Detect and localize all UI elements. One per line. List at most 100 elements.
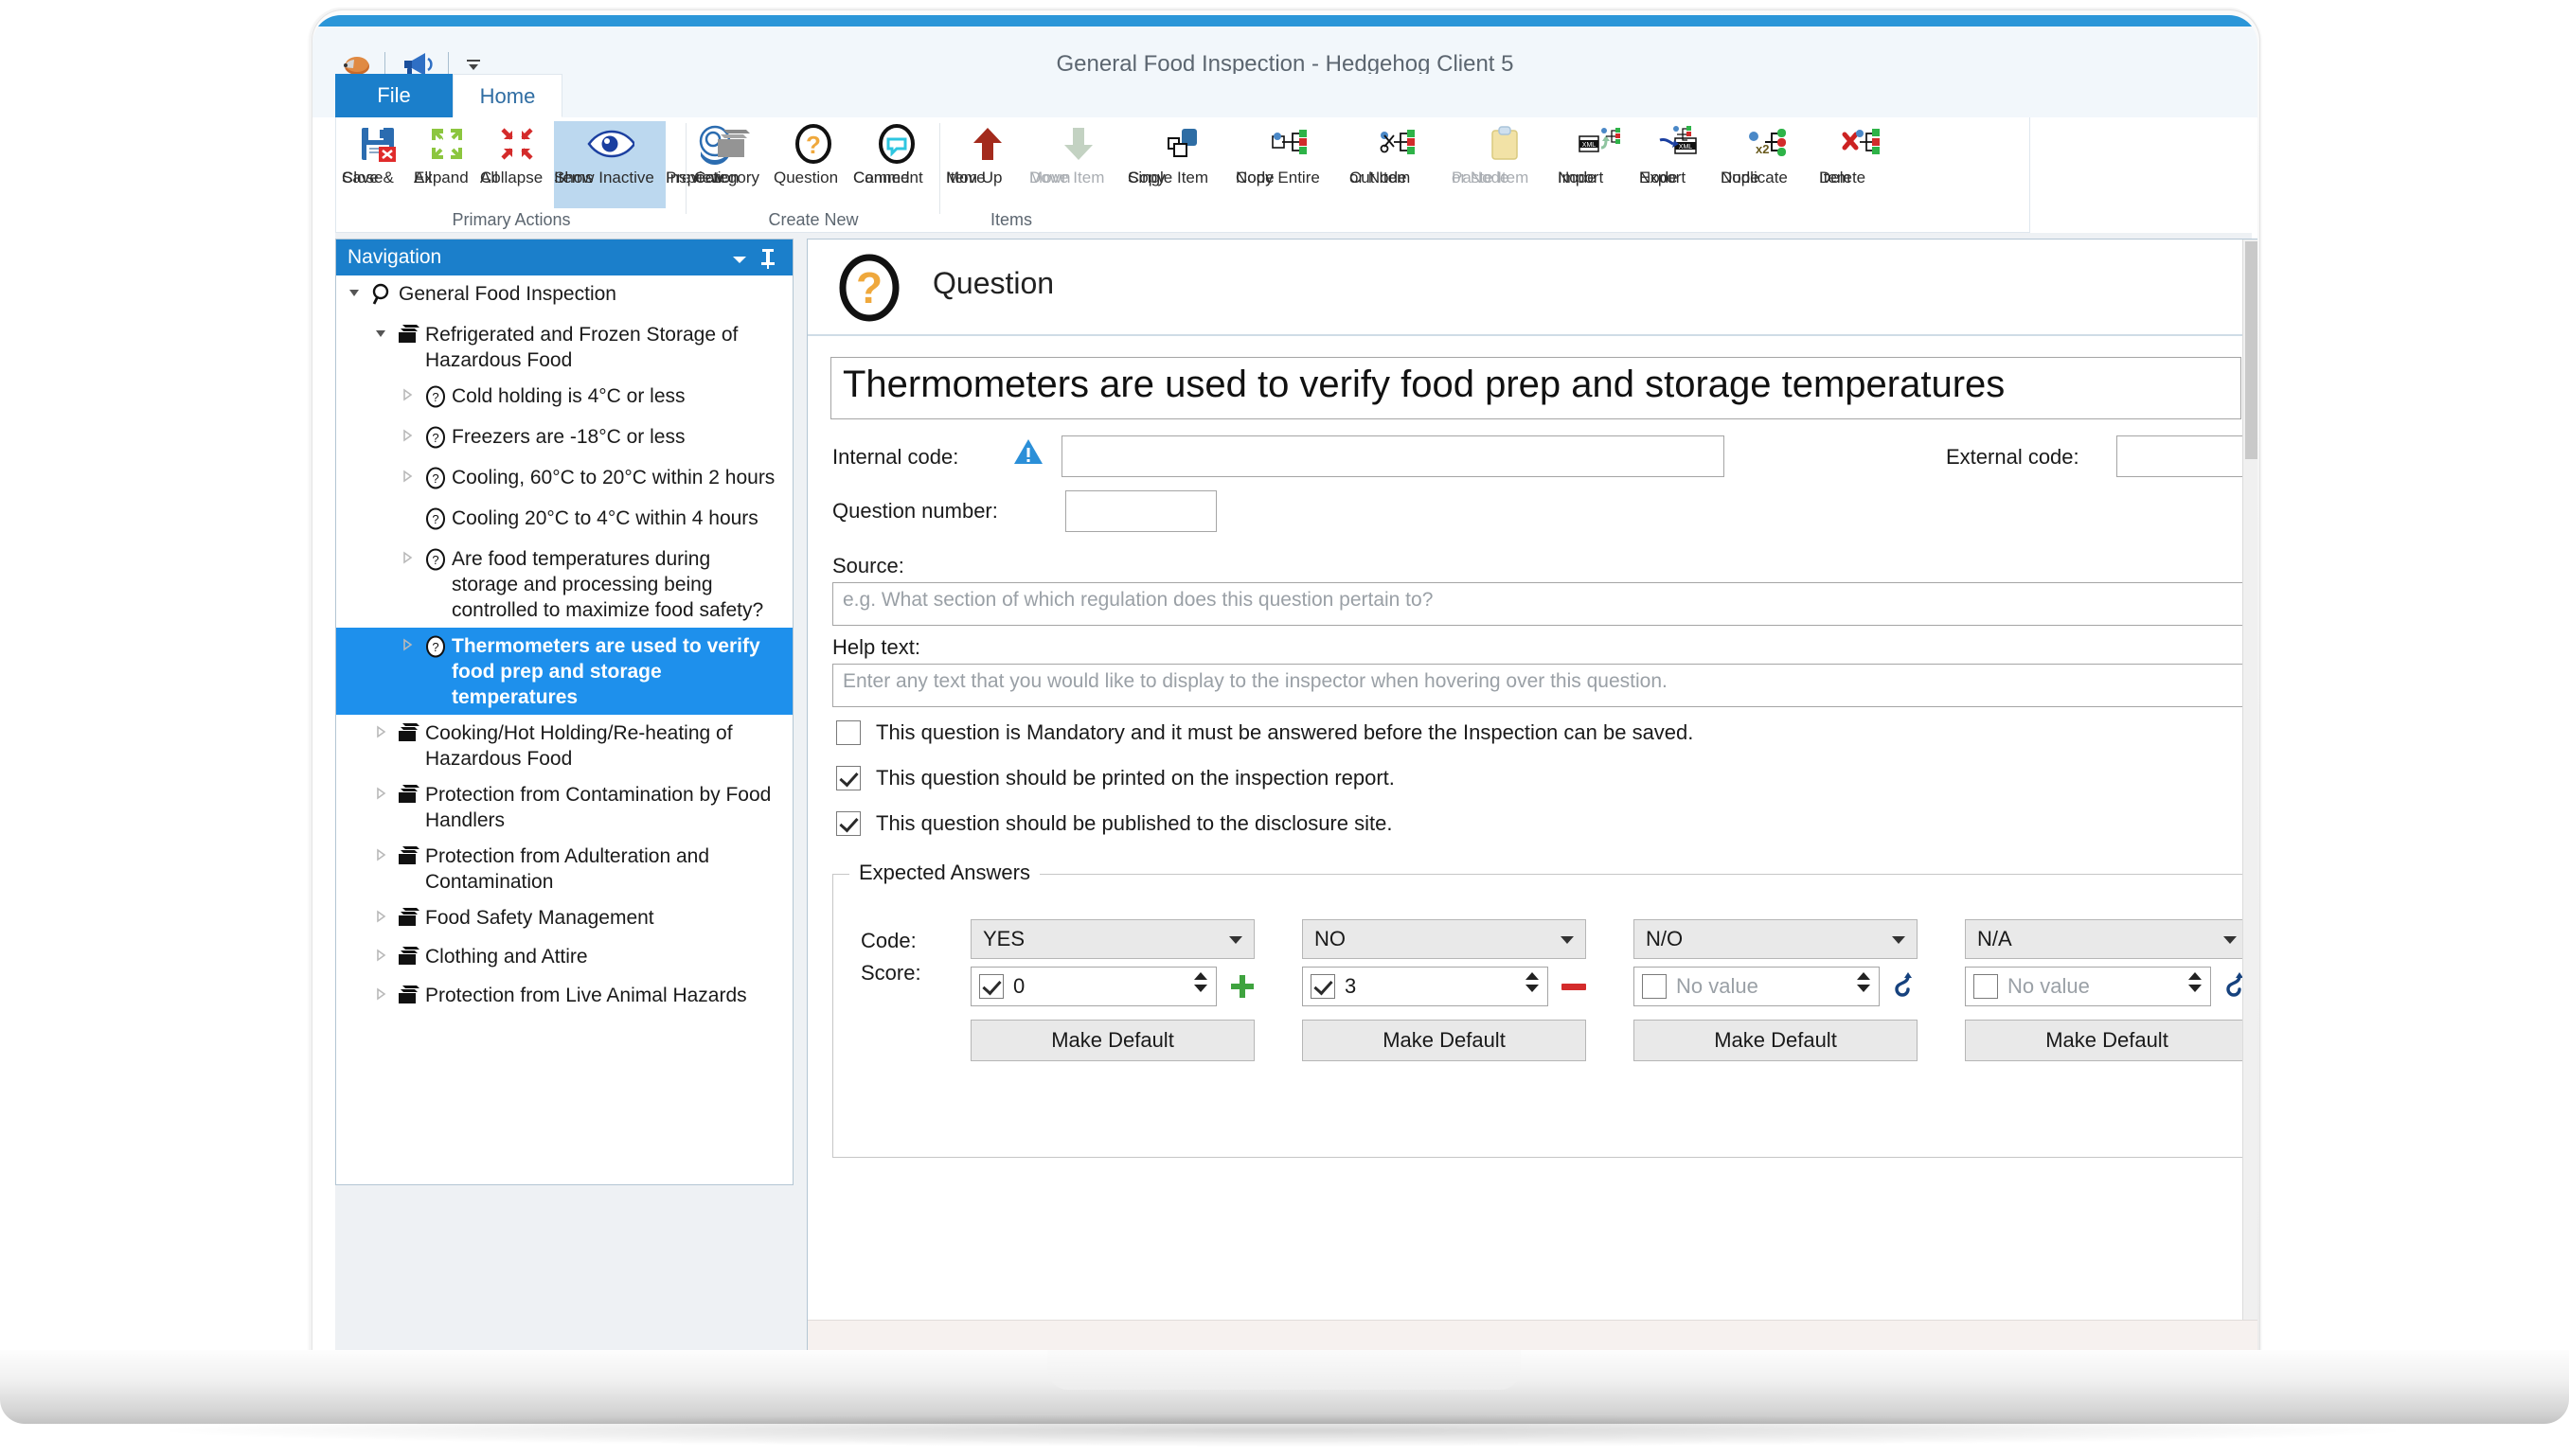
expander-collapsed-icon[interactable] — [395, 632, 419, 657]
ribbon-button-cut-item-or-node[interactable]: Cut Item or Node — [1349, 121, 1452, 208]
checkbox-row-printed[interactable]: This question should be printed on the i… — [836, 766, 1395, 790]
help-text-input[interactable]: Enter any text that you would like to di… — [832, 664, 2257, 707]
external-code-input[interactable] — [2116, 435, 2257, 477]
chevron-down-icon[interactable] — [730, 253, 749, 271]
chevron-down-icon[interactable] — [2223, 936, 2237, 944]
make-default-button-0[interactable]: Make Default — [971, 1020, 1255, 1061]
detail-vertical-scrollbar[interactable] — [2242, 240, 2257, 1350]
expander-collapsed-icon[interactable] — [395, 464, 419, 488]
ribbon-button-collapse-all[interactable]: Collapse All — [480, 121, 554, 208]
tree-item[interactable]: ? Cooling 20°C to 4°C within 4 hours — [336, 500, 793, 541]
detail-title: Question — [933, 266, 1055, 300]
answer-score-spinner-0[interactable]: 0 — [971, 967, 1217, 1006]
ribbon-button-copy-single-item[interactable]: Copy Single Item — [1128, 121, 1236, 208]
detail-panel: ? Question Thermometers are used to veri… — [807, 239, 2257, 1350]
undo-icon[interactable] — [1889, 970, 1918, 1007]
ribbon-button-export-node[interactable]: XML Export Node — [1639, 121, 1721, 208]
navigation-tree[interactable]: General Food Inspection Refrigerated and … — [336, 275, 793, 1184]
ribbon-button-import-node[interactable]: XML Import Node — [1558, 121, 1639, 208]
plus-icon[interactable] — [1226, 970, 1258, 1007]
ribbon-button-move-item-down[interactable]: Move Item Down — [1029, 121, 1128, 208]
minus-icon[interactable] — [1558, 970, 1590, 1007]
spinner-arrows[interactable] — [1194, 972, 1207, 992]
ribbon-button-question[interactable]: ? Question — [774, 121, 853, 208]
ribbon-button-category[interactable]: Category — [694, 121, 774, 208]
tree-item[interactable]: Protection from Contamination by Food Ha… — [336, 776, 793, 838]
expander-collapsed-icon[interactable] — [368, 982, 393, 1006]
ribbon-button-delete-item[interactable]: Delete Item — [1819, 121, 1906, 208]
answer-code-select-0[interactable]: YES — [971, 919, 1255, 959]
answer-code-select-3[interactable]: N/A — [1965, 919, 2249, 959]
question-text-input[interactable]: Thermometers are used to verify food pre… — [830, 357, 2241, 419]
tree-item[interactable]: ? Freezers are -18°C or less — [336, 418, 793, 459]
ribbon-label-2: Node — [1558, 169, 1597, 186]
tree-item[interactable]: Food Safety Management — [336, 899, 793, 938]
answer-score-spinner-3[interactable]: No value — [1965, 967, 2211, 1006]
external-code-label: External code: — [1946, 445, 2079, 469]
chevron-down-icon[interactable] — [1561, 936, 1574, 944]
tree-item[interactable]: ? Thermometers are used to verify food pr… — [336, 628, 793, 715]
spinner-arrows[interactable] — [1525, 972, 1539, 992]
tree-item[interactable]: Refrigerated and Frozen Storage of Hazar… — [336, 316, 793, 378]
internal-code-input[interactable] — [1061, 435, 1724, 477]
spinner-arrows[interactable] — [2188, 972, 2202, 992]
expander-collapsed-icon[interactable] — [368, 719, 393, 744]
ribbon-button-copy-entire-node[interactable]: Copy Entire Node — [1236, 121, 1349, 208]
tree-item[interactable]: ? Cold holding is 4°C or less — [336, 378, 793, 418]
expander-collapsed-icon[interactable] — [368, 943, 393, 968]
answer-score-checkbox-1[interactable] — [1311, 974, 1335, 999]
ribbon-label-2: Node — [1236, 169, 1275, 186]
expander-none — [395, 505, 419, 509]
answer-score-checkbox-0[interactable] — [979, 974, 1004, 999]
answer-score-checkbox-2[interactable] — [1642, 974, 1667, 999]
checkbox-row-mandatory[interactable]: This question is Mandatory and it must b… — [836, 720, 1693, 745]
ribbon-button-show-inactive-items[interactable]: Show Inactive Items — [554, 121, 666, 208]
chevron-down-icon[interactable] — [1892, 936, 1905, 944]
answer-score-spinner-1[interactable]: 3 — [1302, 967, 1548, 1006]
tree-item[interactable]: General Food Inspection — [336, 275, 793, 316]
copy-single-item-icon — [1128, 121, 1236, 167]
question-number-input[interactable] — [1065, 490, 1217, 532]
tree-item[interactable]: ? Cooling, 60°C to 20°C within 2 hours — [336, 459, 793, 500]
expander-collapsed-icon[interactable] — [368, 843, 393, 867]
answer-score-checkbox-3[interactable] — [1973, 974, 1998, 999]
answer-score-value-3: No value — [2007, 974, 2090, 998]
tree-item[interactable]: Clothing and Attire — [336, 938, 793, 977]
ribbon-button-save-close[interactable]: Save & Close — [342, 121, 414, 208]
expander-expanded-icon[interactable] — [368, 321, 393, 346]
ribbon-button-canned-comment[interactable]: Canned Comment — [853, 121, 940, 208]
make-default-button-3[interactable]: Make Default — [1965, 1020, 2249, 1061]
expander-collapsed-icon[interactable] — [395, 423, 419, 448]
ribbon-button-move-item-up[interactable]: Move Item Up — [946, 121, 1029, 208]
ribbon-button-expand-all[interactable]: Expand All — [414, 121, 480, 208]
answer-code-select-2[interactable]: N/O — [1633, 919, 1918, 959]
expander-collapsed-icon[interactable] — [368, 781, 393, 806]
checkbox-row-published[interactable]: This question should be published to the… — [836, 811, 1392, 836]
tab-home[interactable]: Home — [453, 74, 562, 117]
mandatory-checkbox[interactable] — [836, 720, 861, 745]
source-input[interactable]: e.g. What section of which regulation do… — [832, 582, 2257, 626]
svg-text:x2: x2 — [1756, 142, 1769, 156]
answer-code-select-1[interactable]: NO — [1302, 919, 1586, 959]
expander-collapsed-icon[interactable] — [395, 382, 419, 407]
printed-checkbox[interactable] — [836, 766, 861, 790]
ribbon-button-duplicate-node[interactable]: x2 Duplicate Node — [1721, 121, 1819, 208]
tree-item-label: Clothing and Attire — [425, 946, 588, 968]
scrollbar-thumb[interactable] — [2245, 241, 2257, 459]
expander-collapsed-icon[interactable] — [368, 904, 393, 929]
published-checkbox[interactable] — [836, 811, 861, 836]
make-default-button-2[interactable]: Make Default — [1633, 1020, 1918, 1061]
spinner-arrows[interactable] — [1857, 972, 1870, 992]
make-default-button-1[interactable]: Make Default — [1302, 1020, 1586, 1061]
pin-icon[interactable] — [758, 247, 777, 275]
tab-file[interactable]: File — [335, 74, 453, 117]
chevron-down-icon[interactable] — [1229, 936, 1242, 944]
tree-item[interactable]: Protection from Live Animal Hazards — [336, 977, 793, 1016]
expander-expanded-icon[interactable] — [342, 280, 366, 305]
expander-collapsed-icon[interactable] — [395, 545, 419, 570]
tree-item[interactable]: Cooking/Hot Holding/Re-heating of Hazard… — [336, 715, 793, 776]
answer-score-spinner-2[interactable]: No value — [1633, 967, 1880, 1006]
tree-item[interactable]: ? Are food temperatures during storage an… — [336, 541, 793, 628]
tree-item[interactable]: Protection from Adulteration and Contami… — [336, 838, 793, 899]
ribbon-button-paste-item-or-node[interactable]: Paste Item or Node — [1452, 121, 1558, 208]
